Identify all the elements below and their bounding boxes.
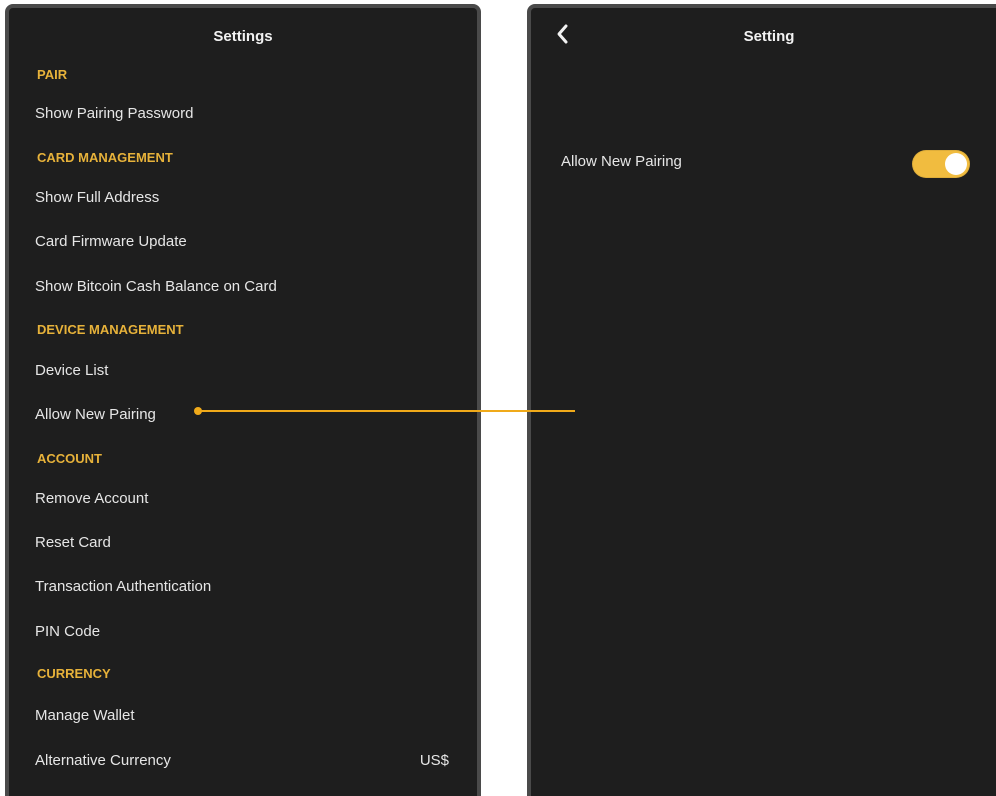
section-header-card-management: CARD MANAGEMENT xyxy=(37,150,173,165)
menu-item-reset-card[interactable]: Reset Card xyxy=(35,534,111,552)
menu-item-alternative-currency[interactable]: Alternative Currency xyxy=(35,752,171,770)
settings-screen: Settings PAIR Show Pairing Password CARD… xyxy=(5,4,481,796)
allow-pairing-screen: Setting Allow New Pairing xyxy=(527,4,996,796)
menu-item-manage-wallet[interactable]: Manage Wallet xyxy=(35,707,135,725)
menu-item-card-firmware-update[interactable]: Card Firmware Update xyxy=(35,233,187,251)
menu-item-show-full-address[interactable]: Show Full Address xyxy=(35,189,159,207)
alternative-currency-value: US$ xyxy=(419,752,449,769)
page-title: Setting xyxy=(743,28,795,45)
menu-item-allow-new-pairing[interactable]: Allow New Pairing xyxy=(35,406,156,424)
section-header-account: ACCOUNT xyxy=(37,451,102,466)
menu-item-device-list[interactable]: Device List xyxy=(35,362,108,380)
toggle-knob xyxy=(945,153,967,175)
page-title: Settings xyxy=(213,28,273,45)
menu-item-show-pairing-password[interactable]: Show Pairing Password xyxy=(35,105,193,123)
menu-item-pin-code[interactable]: PIN Code xyxy=(35,623,100,641)
menu-item-show-bitcoin-cash-balance[interactable]: Show Bitcoin Cash Balance on Card xyxy=(35,278,277,296)
menu-item-transaction-authentication[interactable]: Transaction Authentication xyxy=(35,578,211,596)
section-header-pair: PAIR xyxy=(37,67,68,82)
section-header-currency: CURRENCY xyxy=(37,666,111,681)
allow-new-pairing-label: Allow New Pairing xyxy=(561,153,682,170)
menu-item-remove-account[interactable]: Remove Account xyxy=(35,490,148,508)
section-header-device-management: DEVICE MANAGEMENT xyxy=(37,322,184,337)
allow-new-pairing-toggle[interactable] xyxy=(912,150,970,178)
